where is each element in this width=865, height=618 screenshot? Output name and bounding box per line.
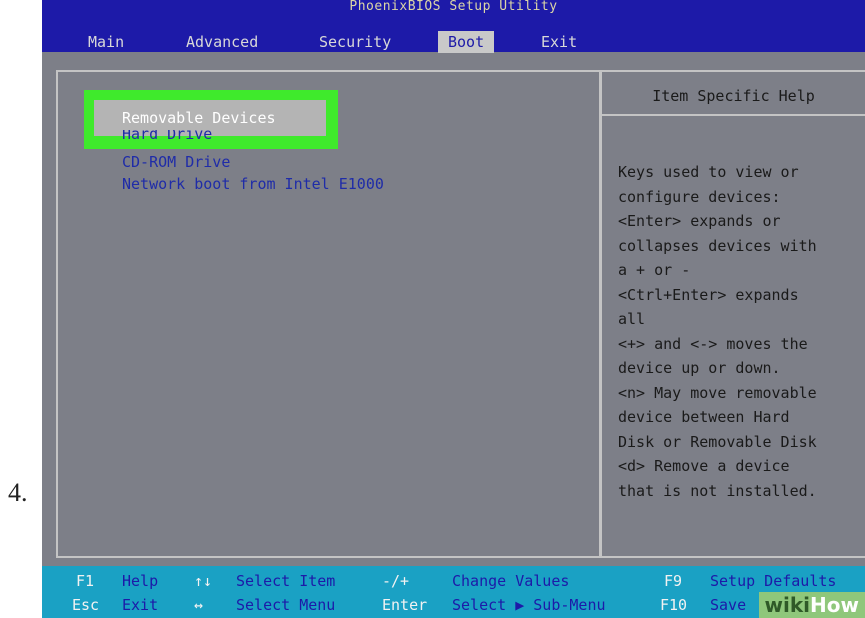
footer-desc-save: Save bbox=[710, 596, 747, 614]
menu-security[interactable]: Security bbox=[309, 31, 401, 53]
menu-boot[interactable]: Boot bbox=[438, 31, 495, 53]
boot-item-hard-drive[interactable]: Hard Drive bbox=[122, 130, 212, 140]
boot-item-network-boot[interactable]: Network boot from Intel E1000 bbox=[122, 173, 562, 195]
boot-device-list: Removable Devices CD-ROM Drive Network b… bbox=[122, 107, 562, 195]
menu-advanced[interactable]: Advanced bbox=[176, 31, 268, 53]
footer-desc-select-submenu: Select ▶ Sub-Menu bbox=[452, 596, 606, 614]
footer-desc-exit: Exit bbox=[122, 596, 159, 614]
watermark-wiki: wiki bbox=[764, 593, 811, 617]
help-text: Keys used to view or configure devices: … bbox=[618, 163, 817, 500]
menu-bar: Main Advanced Security Boot Exit bbox=[42, 14, 865, 53]
footer-desc-help: Help bbox=[122, 572, 159, 590]
footer-key-arrows-leftright: ↔ bbox=[194, 596, 204, 614]
menu-main[interactable]: Main bbox=[78, 31, 134, 53]
boot-item-removable-devices[interactable]: Removable Devices bbox=[122, 107, 562, 129]
footer-key-f9: F9 bbox=[664, 572, 683, 590]
help-title: Item Specific Help bbox=[602, 72, 865, 116]
wikihow-watermark: wikiHow bbox=[758, 592, 865, 618]
bios-screen: PhoenixBIOS Setup Utility Main Advanced … bbox=[42, 0, 865, 618]
step-number: 4. bbox=[8, 478, 28, 507]
footer-key-enter: Enter bbox=[382, 596, 428, 614]
bios-title: PhoenixBIOS Setup Utility bbox=[42, 0, 865, 14]
footer-desc-setup-defaults: Setup Defaults bbox=[710, 572, 837, 590]
watermark-how: How bbox=[810, 593, 859, 617]
footer-desc-select-item: Select Item bbox=[236, 572, 336, 590]
boot-item-hard-drive-label: Hard Drive bbox=[122, 130, 213, 140]
footer-desc-select-menu: Select Menu bbox=[236, 596, 336, 614]
footer-key-arrows-updown: ↑↓ bbox=[194, 572, 213, 590]
footer-key-plusminus: -/+ bbox=[382, 572, 410, 590]
menu-exit[interactable]: Exit bbox=[531, 31, 587, 53]
boot-item-cd-rom[interactable]: CD-ROM Drive bbox=[122, 151, 562, 173]
footer-desc-change-values: Change Values bbox=[452, 572, 570, 590]
footer-key-f10: F10 bbox=[660, 596, 688, 614]
footer-key-f1: F1 bbox=[76, 572, 95, 590]
key-legend-footer: F1 Help ↑↓ Select Item -/+ Change Values… bbox=[42, 566, 865, 618]
footer-key-esc: Esc bbox=[72, 596, 100, 614]
